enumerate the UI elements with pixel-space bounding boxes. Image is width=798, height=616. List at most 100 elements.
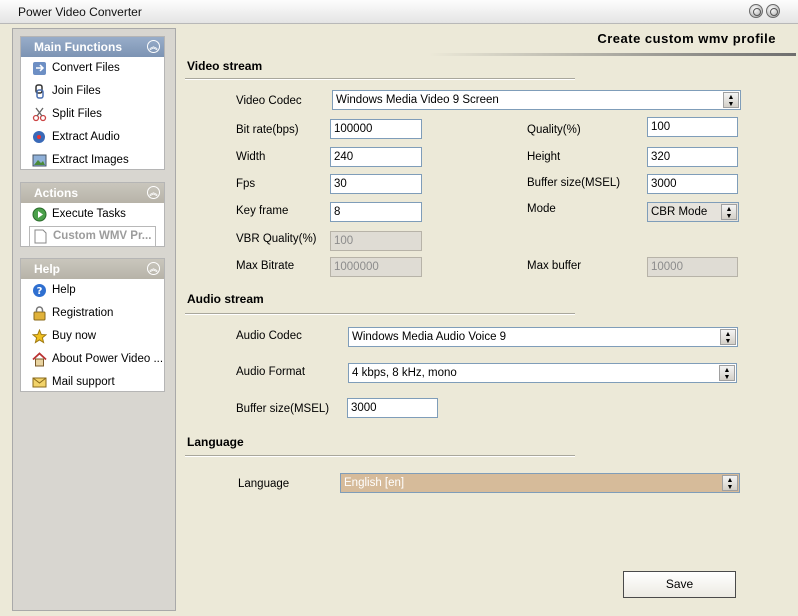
mode-label: Mode xyxy=(527,203,556,215)
audio-buffer-size-input[interactable]: 3000 xyxy=(347,398,438,418)
sidebar-item-split-files[interactable]: Split Files xyxy=(21,103,164,126)
sidebar-item-convert-files[interactable]: Convert Files xyxy=(21,57,164,80)
lock-icon xyxy=(33,306,46,321)
join-files-icon xyxy=(35,84,44,99)
vbr-quality-label: VBR Quality(%) xyxy=(236,233,317,245)
sidebar-item-label: Registration xyxy=(52,307,114,319)
main-content: Create custom wmv profile Video stream V… xyxy=(183,28,796,612)
language-title: Language xyxy=(187,435,244,449)
dropdown-arrow-icon[interactable]: ▲ ▼ xyxy=(719,365,735,381)
document-icon xyxy=(34,229,47,244)
vbr-quality-input: 100 xyxy=(330,231,422,251)
bit-rate-input[interactable]: 100000 xyxy=(330,119,422,139)
bit-rate-label: Bit rate(bps) xyxy=(236,124,299,136)
height-label: Height xyxy=(527,151,561,163)
sidebar-item-registration[interactable]: Registration xyxy=(21,302,164,325)
max-bitrate-label: Max Bitrate xyxy=(236,260,295,272)
sidebar-item-label: Extract Audio xyxy=(52,131,120,143)
width-label: Width xyxy=(236,151,266,163)
key-frame-input[interactable]: 8 xyxy=(330,202,422,222)
execute-tasks-icon xyxy=(32,207,47,222)
collapse-icon[interactable]: ︽ xyxy=(147,186,160,199)
window-title: Power Video Converter xyxy=(18,5,142,19)
sidebar-item-label: About Power Video ... xyxy=(52,353,164,365)
language-select[interactable]: English [en] ▲ ▼ xyxy=(340,473,740,493)
sidebar-item-label: Extract Images xyxy=(52,154,129,166)
audio-format-select[interactable]: 4 kbps, 8 kHz, mono ▲ ▼ xyxy=(348,363,737,383)
collapse-icon[interactable]: ︽ xyxy=(147,40,160,53)
section-divider xyxy=(185,455,575,457)
main-functions-title: Main Functions xyxy=(34,40,122,54)
dropdown-arrow-icon[interactable]: ▲ ▼ xyxy=(722,475,738,491)
video-codec-label: Video Codec xyxy=(236,95,302,107)
audio-codec-label: Audio Codec xyxy=(236,330,302,342)
sidebar-item-label: Execute Tasks xyxy=(52,208,126,220)
title-bar: Power Video Converter xyxy=(0,0,798,24)
dropdown-arrow-icon[interactable]: ▲ ▼ xyxy=(723,92,739,108)
sidebar-item-label: Buy now xyxy=(52,330,97,342)
collapse-icon[interactable]: ︽ xyxy=(147,262,160,275)
actions-panel: Actions ︽ Execute Tasks Custom WMV Pr... xyxy=(20,182,165,247)
sidebar-item-label: Join Files xyxy=(52,85,101,97)
audio-codec-select[interactable]: Windows Media Audio Voice 9 ▲ ▼ xyxy=(348,327,738,347)
convert-files-icon xyxy=(33,62,46,75)
main-functions-panel: Main Functions ︽ Convert Files Join File… xyxy=(20,36,165,170)
quality-label: Quality(%) xyxy=(527,124,581,136)
width-input[interactable]: 240 xyxy=(330,147,422,167)
audio-format-value: 4 kbps, 8 kHz, mono xyxy=(352,367,457,379)
actions-header[interactable]: Actions ︽ xyxy=(21,183,164,203)
sidebar-item-label: Convert Files xyxy=(52,62,120,74)
sidebar-item-custom-wmv-profile[interactable]: Custom WMV Pr... xyxy=(29,226,156,247)
sidebar-item-label: Help xyxy=(52,284,76,296)
section-divider xyxy=(185,313,575,315)
audio-format-label: Audio Format xyxy=(236,366,306,378)
help-title: Help xyxy=(34,262,61,276)
fps-input[interactable]: 30 xyxy=(330,174,422,194)
sidebar-item-extract-audio[interactable]: Extract Audio xyxy=(21,126,164,149)
page-title: Create custom wmv profile xyxy=(597,31,776,46)
mode-select[interactable]: CBR Mode ▲ ▼ xyxy=(647,202,739,222)
max-buffer-label: Max buffer xyxy=(527,260,582,272)
fps-label: Fps xyxy=(236,178,256,190)
main-functions-header[interactable]: Main Functions ︽ xyxy=(21,37,164,57)
sidebar-item-mail-support[interactable]: Mail support xyxy=(21,371,164,394)
close-button[interactable] xyxy=(766,4,780,18)
section-divider xyxy=(185,78,575,80)
actions-title: Actions xyxy=(34,186,79,200)
sidebar-item-label: Split Files xyxy=(52,108,102,120)
buffer-size-input[interactable]: 3000 xyxy=(647,174,738,194)
sidebar-item-execute-tasks[interactable]: Execute Tasks xyxy=(21,203,164,226)
home-icon xyxy=(32,352,47,367)
extract-audio-icon xyxy=(33,131,45,143)
height-input[interactable]: 320 xyxy=(647,147,738,167)
dropdown-arrow-icon[interactable]: ▲ ▼ xyxy=(720,329,736,345)
save-button[interactable]: Save xyxy=(623,571,736,598)
key-frame-label: Key frame xyxy=(236,205,289,217)
mode-value: CBR Mode xyxy=(651,206,708,218)
help-header[interactable]: Help ︽ xyxy=(21,259,164,279)
help-icon: ? xyxy=(33,284,46,297)
sidebar-item-help[interactable]: ? Help xyxy=(21,279,164,302)
quality-input[interactable]: 100 xyxy=(647,117,738,137)
header-divider xyxy=(429,53,796,56)
minimize-button[interactable] xyxy=(749,4,763,18)
sidebar-item-buy-now[interactable]: Buy now xyxy=(21,325,164,348)
max-bitrate-input: 1000000 xyxy=(330,257,422,277)
video-stream-title: Video stream xyxy=(187,59,263,73)
video-codec-value: Windows Media Video 9 Screen xyxy=(336,94,499,106)
language-label: Language xyxy=(238,478,290,490)
audio-codec-value: Windows Media Audio Voice 9 xyxy=(352,331,507,343)
sidebar-item-label: Mail support xyxy=(52,376,115,388)
sidebar: Main Functions ︽ Convert Files Join File… xyxy=(12,28,176,611)
help-panel: Help ︽ ? Help Registration Buy now About… xyxy=(20,258,165,392)
sidebar-item-about[interactable]: About Power Video ... xyxy=(21,348,164,371)
sidebar-item-extract-images[interactable]: Extract Images xyxy=(21,149,164,172)
max-buffer-input: 10000 xyxy=(647,257,738,277)
sidebar-item-join-files[interactable]: Join Files xyxy=(21,80,164,103)
audio-buffer-size-label: Buffer size(MSEL) xyxy=(236,403,330,415)
star-icon xyxy=(32,329,47,344)
language-value: English [en] xyxy=(344,477,405,489)
dropdown-arrow-icon[interactable]: ▲ ▼ xyxy=(721,204,737,220)
video-codec-select[interactable]: Windows Media Video 9 Screen ▲ ▼ xyxy=(332,90,741,110)
mail-icon xyxy=(32,377,47,388)
